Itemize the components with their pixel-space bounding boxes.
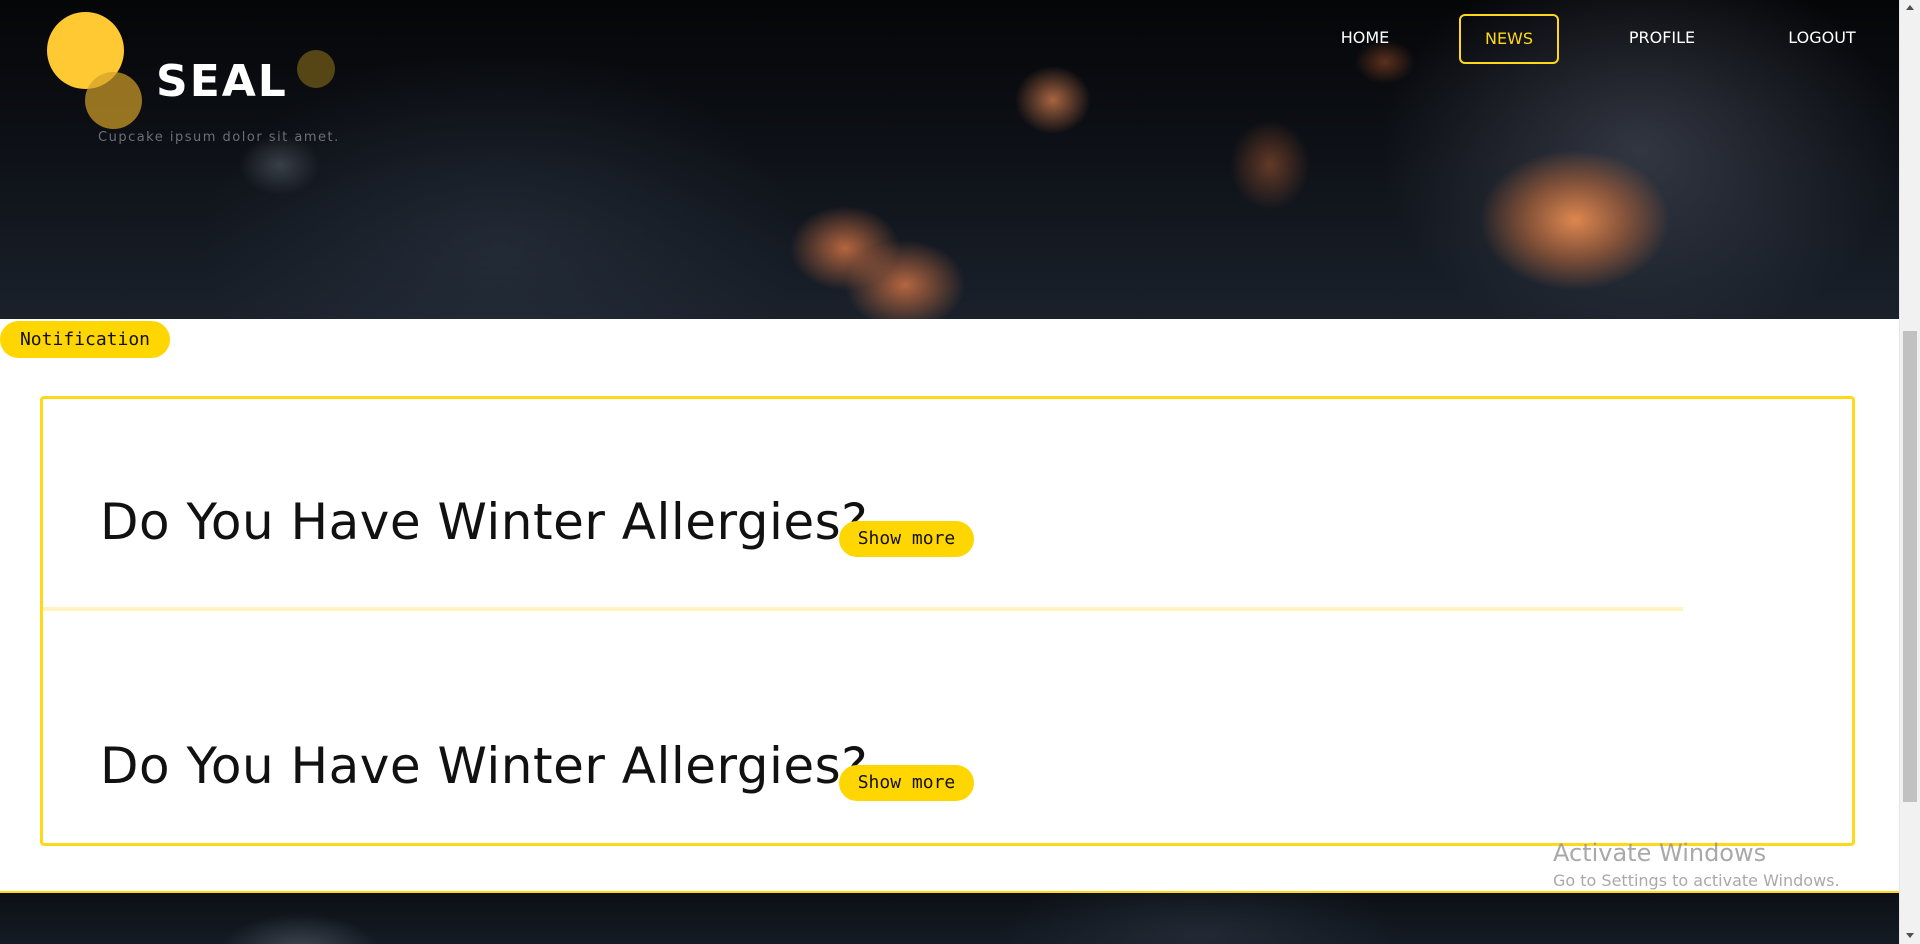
nav-logout-link[interactable]: LOGOUT — [1783, 14, 1861, 62]
news-title: Do You Have Winter Allergies? — [100, 736, 869, 795]
news-divider — [43, 607, 1683, 611]
news-list: Do You Have Winter Allergies? Show more … — [40, 396, 1855, 846]
scroll-up-arrow-icon[interactable] — [1906, 5, 1914, 10]
notification-badge: Notification — [0, 321, 170, 358]
scrollbar-thumb[interactable] — [1903, 331, 1917, 802]
watermark-subtitle: Go to Settings to activate Windows. — [1553, 871, 1840, 890]
logo-circle-medium — [85, 72, 142, 129]
news-item: Do You Have Winter Allergies? Show more — [43, 399, 1852, 611]
news-item: Do You Have Winter Allergies? Show more — [43, 643, 1852, 843]
main-nav: HOME NEWS PROFILE LOGOUT — [0, 14, 1899, 64]
footer-strip — [0, 891, 1899, 944]
hero-header: SEAL Cupcake ipsum dolor sit amet. HOME … — [0, 0, 1899, 319]
nav-news-link[interactable]: NEWS — [1459, 14, 1559, 64]
show-more-button[interactable]: Show more — [839, 521, 974, 557]
vertical-scrollbar[interactable] — [1899, 0, 1920, 944]
brand-name[interactable]: SEAL — [156, 60, 288, 104]
scroll-down-arrow-icon[interactable] — [1906, 933, 1914, 938]
show-more-button[interactable]: Show more — [839, 765, 974, 801]
activate-windows-watermark: Activate Windows Go to Settings to activ… — [1553, 838, 1840, 892]
news-title: Do You Have Winter Allergies? — [100, 492, 869, 551]
nav-home-link[interactable]: HOME — [1330, 14, 1400, 62]
page: SEAL Cupcake ipsum dolor sit amet. HOME … — [0, 0, 1920, 944]
brand-tagline: Cupcake ipsum dolor sit amet. — [98, 130, 340, 145]
nav-profile-link[interactable]: PROFILE — [1620, 14, 1704, 62]
